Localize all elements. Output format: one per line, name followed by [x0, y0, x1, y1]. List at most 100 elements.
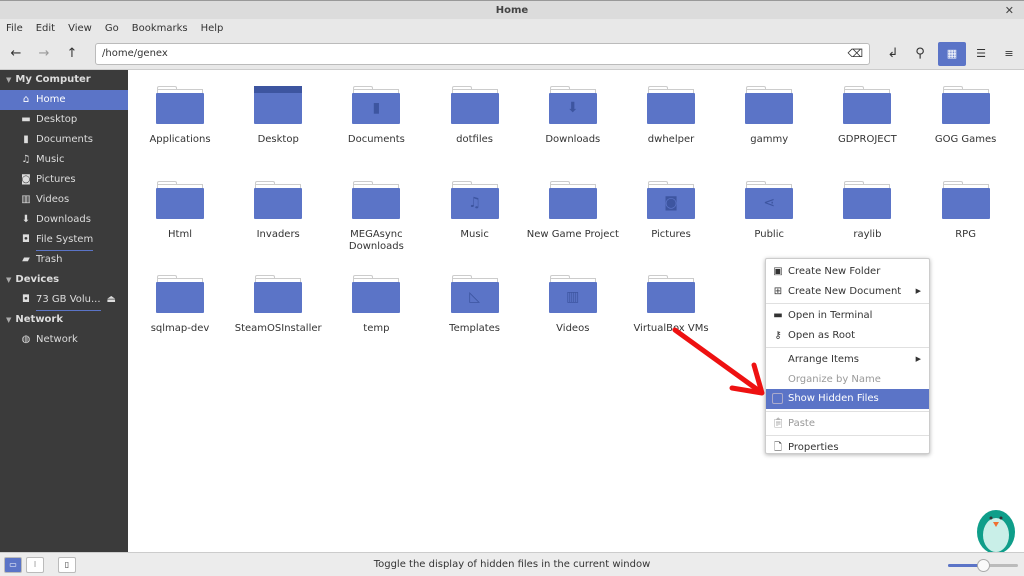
- separator: [766, 435, 929, 436]
- sidebar-item-videos[interactable]: ▥ Videos: [0, 190, 128, 210]
- folder-item[interactable]: GDPROJECT: [819, 86, 915, 146]
- sidebar-item-network[interactable]: ◍ Network: [0, 330, 128, 350]
- sidebar-item-file-system[interactable]: ◘ File System: [0, 230, 128, 251]
- folder-item[interactable]: sqlmap-dev: [132, 275, 228, 335]
- separator: [766, 347, 929, 348]
- folder-item[interactable]: RPG: [918, 180, 1014, 241]
- menu-item-arrange[interactable]: Arrange Items ▶: [766, 350, 929, 370]
- terminal-icon: ▬: [773, 310, 783, 321]
- list-view-button[interactable]: ☰: [967, 42, 995, 66]
- menu-edit[interactable]: Edit: [36, 19, 55, 38]
- sidebar-item-desktop[interactable]: ▬ Desktop: [0, 110, 128, 130]
- sidebar-item-trash[interactable]: ▰ Trash: [0, 250, 128, 270]
- path-text: /home/genex: [102, 48, 168, 59]
- zoom-slider-knob[interactable]: [977, 559, 990, 572]
- folder-item[interactable]: SteamOSInstaller: [230, 275, 326, 335]
- folder-icon: ▥: [548, 275, 597, 313]
- sidebar-item-pictures[interactable]: ◙ Pictures: [0, 170, 128, 190]
- globe-icon: ◍: [21, 334, 31, 345]
- forward-button[interactable]: →: [33, 44, 55, 64]
- menu-item-properties[interactable]: 🗋︎ Properties: [766, 438, 929, 458]
- folder-icon: [254, 275, 303, 313]
- music-icon: ♫: [21, 154, 31, 165]
- close-button[interactable]: ✕: [1005, 1, 1014, 20]
- search-button[interactable]: ⚲: [909, 44, 931, 64]
- folder-item[interactable]: temp: [328, 275, 424, 335]
- folder-add-icon: ▣: [773, 266, 783, 277]
- menu-view[interactable]: View: [68, 19, 92, 38]
- folder-item[interactable]: ▥ Videos: [525, 275, 621, 335]
- menu-item-create-folder[interactable]: ▣ Create New Folder: [766, 262, 929, 282]
- folder-item[interactable]: New Game Project: [525, 180, 621, 241]
- folder-icon: ⬇: [548, 86, 597, 124]
- folder-name: SteamOSInstaller: [234, 323, 322, 334]
- sidebar-item-music[interactable]: ♫ Music: [0, 150, 128, 170]
- folder-item[interactable]: Desktop: [230, 86, 326, 146]
- sidebar-section-devices[interactable]: ▼ Devices: [0, 270, 128, 290]
- folder-item[interactable]: Invaders: [230, 180, 326, 241]
- sidebar-section-my-computer[interactable]: ▼ My Computer: [0, 70, 128, 90]
- toggle-location-button[interactable]: ↲: [882, 44, 904, 64]
- expander-icon[interactable]: ▼: [6, 316, 11, 324]
- sidebar-section-network[interactable]: ▼ Network: [0, 310, 128, 330]
- desktop-icon: ▬: [21, 114, 31, 125]
- submenu-arrow-icon: ▶: [915, 355, 921, 363]
- icon-view-button[interactable]: ▦: [938, 42, 966, 66]
- separator: [766, 410, 929, 412]
- folder-item[interactable]: Applications: [132, 86, 228, 146]
- title-bar: Home ✕: [0, 0, 1024, 19]
- folder-item[interactable]: ⋖ Public: [721, 180, 817, 241]
- clear-icon[interactable]: ⌫: [847, 44, 863, 64]
- trash-icon: ▰: [22, 254, 30, 265]
- eject-icon[interactable]: ⏏: [107, 290, 116, 310]
- menu-item-paste: 📋︎ Paste: [766, 414, 929, 434]
- sidebar-item-73-gb-volu-[interactable]: ◘ 73 GB Volu... ⏏: [0, 290, 128, 311]
- folder-icon: ◙: [647, 180, 695, 219]
- folder-item[interactable]: raylib: [819, 180, 915, 241]
- toolbar: ← → ↑ /home/genex ⌫ ↲ ⚲ ▦ ☰ ≡: [0, 38, 1024, 70]
- folder-item[interactable]: ▮ Documents: [328, 86, 424, 146]
- menu-bookmarks[interactable]: Bookmarks: [132, 19, 188, 38]
- folder-name: Invaders: [256, 228, 300, 240]
- folder-item[interactable]: ◙ Pictures: [623, 180, 719, 241]
- menu-item-open-root[interactable]: ⚷ Open as Root: [766, 326, 929, 346]
- folder-name: raylib: [853, 228, 882, 240]
- folder-name: Public: [754, 228, 784, 240]
- menu-item-open-terminal[interactable]: ▬ Open in Terminal: [766, 306, 929, 326]
- menu-help[interactable]: Help: [201, 19, 224, 38]
- menu-file[interactable]: File: [6, 19, 23, 38]
- folder-icon: [941, 180, 990, 219]
- folder-icon: ▮: [352, 86, 401, 124]
- expander-icon[interactable]: ▼: [6, 276, 11, 284]
- folder-name: temp: [363, 323, 390, 334]
- sidebar-item-documents[interactable]: ▮ Documents: [0, 130, 128, 150]
- folder-icon: [647, 86, 695, 124]
- menu-item-show-hidden[interactable]: Show Hidden Files: [766, 389, 929, 409]
- expander-icon[interactable]: ▼: [6, 76, 11, 84]
- folder-item[interactable]: gammy: [721, 86, 817, 146]
- sidebar-item-home[interactable]: ⌂ Home: [0, 90, 128, 110]
- download-icon: ⬇: [21, 214, 31, 225]
- sidebar-item-downloads[interactable]: ⬇ Downloads: [0, 210, 128, 230]
- folder-name: Music: [460, 228, 489, 240]
- folder-item[interactable]: dwhelper: [623, 86, 719, 146]
- location-bar[interactable]: /home/genex ⌫: [95, 43, 870, 65]
- folder-item[interactable]: ⬇ Downloads: [525, 86, 621, 146]
- penguin-mascot: [977, 510, 1015, 556]
- up-button[interactable]: ↑: [61, 44, 83, 64]
- folder-item[interactable]: dotfiles: [427, 86, 523, 146]
- zoom-slider[interactable]: [948, 559, 1018, 572]
- folder-name: Videos: [556, 323, 590, 334]
- menu-go[interactable]: Go: [105, 19, 119, 38]
- folder-item[interactable]: MEGAsync Downloads: [328, 180, 424, 253]
- compact-view-button[interactable]: ≡: [995, 42, 1023, 66]
- folder-item[interactable]: Html: [132, 180, 228, 241]
- folder-item[interactable]: ◺ Templates: [427, 275, 523, 335]
- folder-name: New Game Project: [526, 228, 619, 240]
- folder-item[interactable]: ♫ Music: [427, 180, 523, 241]
- folder-name: Pictures: [651, 228, 691, 240]
- menu-item-create-document[interactable]: ⊞ Create New Document ▶: [766, 282, 929, 302]
- back-button[interactable]: ←: [5, 44, 27, 64]
- folder-item[interactable]: GOG Games: [918, 86, 1014, 146]
- checkbox-icon[interactable]: [772, 393, 783, 404]
